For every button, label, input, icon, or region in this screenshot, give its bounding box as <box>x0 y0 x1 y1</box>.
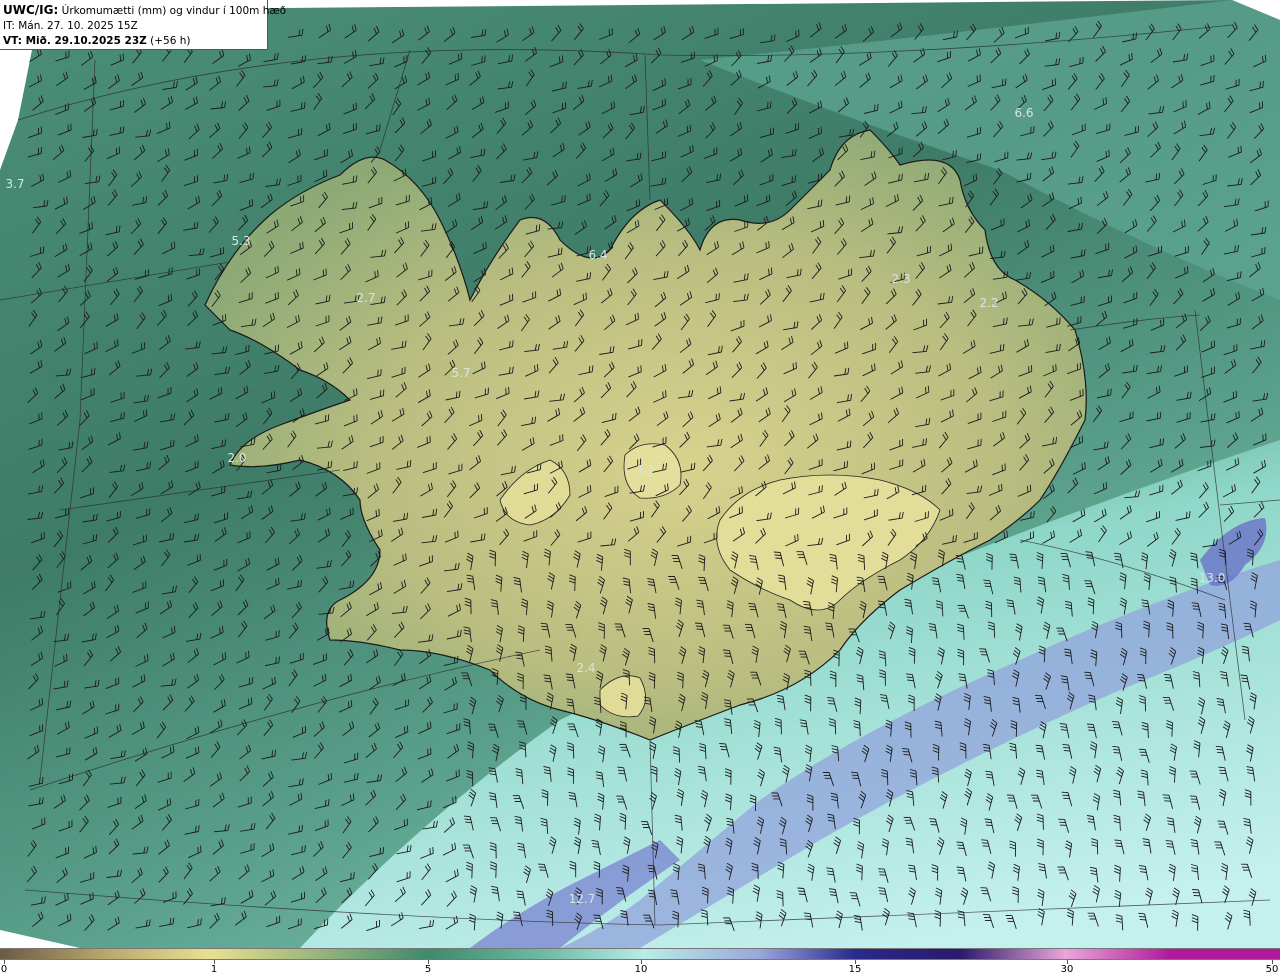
value-label: 2.0 <box>227 451 246 465</box>
forecast-map: 6.6 3.7 5.3 6.4 2.7 2.3 2.2 5.7 2.0 1.1 2.4 13.0 12.… <box>0 0 1280 948</box>
colorbar-segment <box>760 949 855 959</box>
colorbar-segment <box>540 949 645 959</box>
colorbar-segment <box>428 949 540 959</box>
colorbar-gradient <box>0 948 1280 960</box>
colorbar-segment <box>855 949 960 959</box>
value-label: 13.0 <box>1199 571 1226 585</box>
colorbar: 0 1 5 10 15 30 50 <box>0 948 1280 978</box>
colorbar-tick-label: 5 <box>424 964 432 975</box>
value-label: 6.6 <box>1014 106 1033 120</box>
field-description: Úrkomumætti (mm) og vindur í 100m hæð <box>61 5 287 17</box>
valid-time: VT: Mið. 29.10.2025 23Z <box>3 35 147 47</box>
value-label: 12.7 <box>569 892 596 906</box>
valid-time-row: VT: Mið. 29.10.2025 23Z (+56 h) <box>3 34 264 49</box>
colorbar-segment <box>960 949 1065 959</box>
value-label: 2.3 <box>891 272 910 286</box>
colorbar-tick-label: 30 <box>1060 964 1074 975</box>
value-label: 5.7 <box>451 366 470 380</box>
colorbar-segment <box>0 949 100 959</box>
colorbar-tick-label: 50 <box>1265 964 1279 975</box>
value-label: 2.7 <box>356 291 375 305</box>
colorbar-segment <box>1170 949 1280 959</box>
initial-time: IT: Mán. 27. 10. 2025 15Z <box>3 20 138 32</box>
colorbar-tick-label: 10 <box>634 964 648 975</box>
colorbar-tick-label: 15 <box>848 964 862 975</box>
value-label: 3.7 <box>5 177 24 191</box>
info-box: UWC/IG: Úrkomumætti (mm) og vindur í 100… <box>0 0 286 50</box>
value-label: 1.1 <box>636 463 655 477</box>
title-row: UWC/IG: Úrkomumætti (mm) og vindur í 100… <box>3 3 286 19</box>
value-label: 5.3 <box>231 234 250 248</box>
colorbar-tick-label: 0 <box>0 964 8 975</box>
value-label: 6.4 <box>588 248 607 262</box>
colorbar-segment <box>100 949 210 959</box>
value-label: 2.4 <box>576 661 595 675</box>
colorbar-segment <box>1065 949 1170 959</box>
colorbar-segment <box>330 949 428 959</box>
colorbar-segment <box>210 949 330 959</box>
lead-time: (+56 h) <box>150 35 191 47</box>
colorbar-tick-label: 1 <box>210 964 218 975</box>
value-label: 2.2 <box>979 296 998 310</box>
colorbar-segment <box>645 949 760 959</box>
model-name: UWC/IG: <box>3 3 59 17</box>
